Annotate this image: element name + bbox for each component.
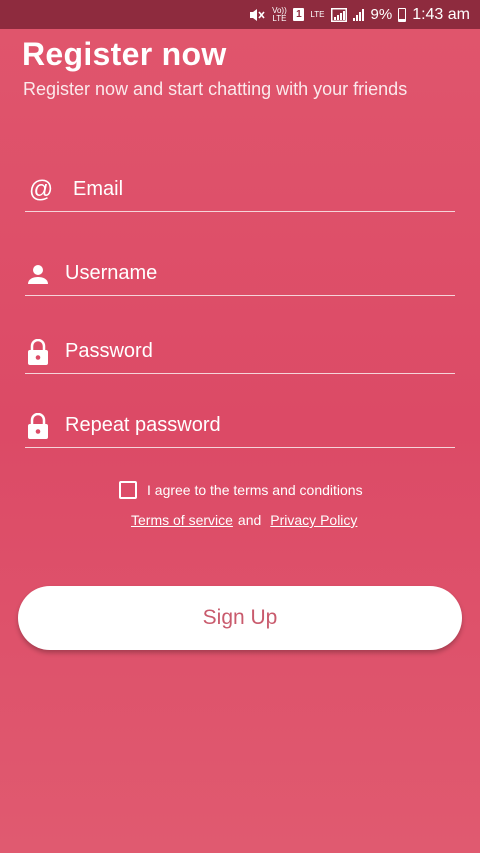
battery-icon [398,7,407,22]
email-field[interactable]: @ Email [25,168,455,212]
terms-label: I agree to the terms and conditions [147,482,363,498]
email-placeholder: Email [73,178,124,200]
at-sign-icon: @ [28,175,54,203]
clock: 1:43 am [412,5,470,23]
links-separator: and [237,512,262,528]
lock-icon [25,338,51,365]
lte-indicator: LTE [310,9,325,19]
terms-of-service-link[interactable]: Terms of service [131,512,233,528]
password-field[interactable]: Password [25,330,455,374]
sim-icon: 1 [293,8,305,21]
repeat-password-placeholder: Repeat password [65,414,221,436]
battery-percent: 9% [370,6,393,23]
username-field[interactable]: Username [25,252,455,296]
repeat-password-field[interactable]: Repeat password [25,404,455,448]
volte-indicator: Vo)) LTE [272,5,287,23]
privacy-policy-link[interactable]: Privacy Policy [270,512,357,528]
status-bar: Vo)) LTE 1 LTE 9% 1:43 am [0,0,480,29]
terms-checkbox[interactable] [119,481,137,499]
password-placeholder: Password [65,340,153,362]
lock-icon [25,412,51,439]
terms-row: I agree to the terms and conditions [119,481,363,499]
signal-bars-icon [352,8,365,21]
signal-icon [330,7,347,22]
legal-links: Terms of service and Privacy Policy [131,512,357,528]
page-title: Register now [22,36,227,72]
person-icon [25,264,51,284]
mute-icon [249,8,266,22]
signup-button[interactable]: Sign Up [18,586,462,650]
page-subtitle: Register now and start chatting with you… [23,79,408,99]
username-placeholder: Username [65,262,158,284]
